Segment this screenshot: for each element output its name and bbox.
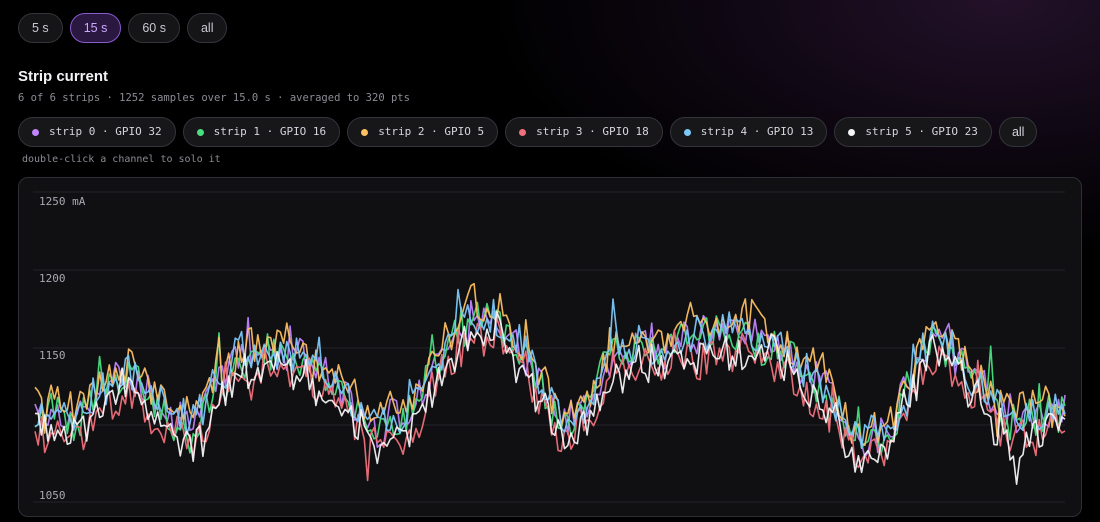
panel-title: Strip current — [18, 68, 109, 85]
channel-chip-strip-4[interactable]: strip 4 · GPIO 13 — [669, 117, 828, 147]
channel-color-dot — [848, 128, 856, 136]
series-layer — [34, 282, 1066, 486]
channel-label: strip 4 · GPIO 13 — [700, 125, 814, 138]
y-tick-label: 1150 — [39, 349, 66, 362]
range-15s-button[interactable]: 15 s — [69, 13, 122, 43]
range-60s-button[interactable]: 60 s — [128, 13, 180, 43]
channel-color-dot — [519, 128, 527, 136]
y-tick-label: 1200 — [39, 272, 66, 285]
channel-color-dot — [683, 128, 691, 136]
channel-chip-strip-1[interactable]: strip 1 · GPIO 16 — [182, 117, 341, 147]
range-5s-button[interactable]: 5 s — [18, 13, 63, 43]
channel-all-button[interactable]: all — [998, 117, 1038, 147]
channel-chip-strip-2[interactable]: strip 2 · GPIO 5 — [347, 117, 499, 147]
channel-label: strip 2 · GPIO 5 — [378, 125, 485, 138]
channel-label: strip 0 · GPIO 32 — [49, 125, 162, 138]
solo-hint: double-click a channel to solo it — [22, 154, 221, 165]
channel-label: strip 5 · GPIO 23 — [865, 125, 978, 138]
channel-color-dot — [196, 128, 204, 136]
time-range-selector: 5 s 15 s 60 s all — [18, 13, 228, 43]
channel-color-dot — [361, 128, 369, 136]
channel-chip-strip-5[interactable]: strip 5 · GPIO 23 — [834, 117, 992, 147]
range-all-button[interactable]: all — [186, 13, 228, 43]
chart-panel: 1250 mA 1200 1150 1050 — [18, 177, 1082, 517]
channel-label: strip 1 · GPIO 16 — [213, 125, 327, 138]
channel-color-dot — [32, 128, 39, 136]
y-tick-label: 1050 — [39, 489, 66, 502]
channel-chip-strip-3[interactable]: strip 3 · GPIO 18 — [505, 117, 663, 147]
panel-subtitle: 6 of 6 strips · 1252 samples over 15.0 s… — [18, 92, 410, 104]
y-tick-label: 1250 mA — [39, 195, 86, 208]
current-line-chart: 1250 mA 1200 1150 1050 — [33, 191, 1066, 503]
channel-chip-strip-0[interactable]: strip 0 · GPIO 32 — [18, 117, 176, 147]
channel-label: strip 3 · GPIO 18 — [536, 125, 649, 138]
channel-selector: strip 0 · GPIO 32 strip 1 · GPIO 16 stri… — [18, 117, 1038, 147]
